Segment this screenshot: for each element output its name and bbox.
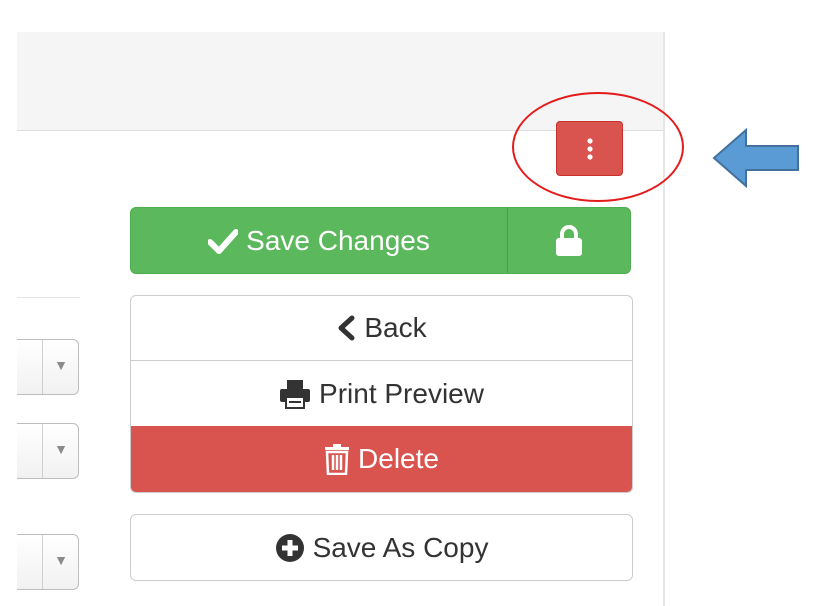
select-separator <box>42 535 43 589</box>
select-field-1[interactable]: ▼ <box>17 339 79 395</box>
delete-button[interactable]: Delete <box>131 426 632 492</box>
plus-circle-icon <box>275 533 305 563</box>
caret-down-icon: ▼ <box>54 441 68 457</box>
caret-down-icon: ▼ <box>54 357 68 373</box>
select-separator <box>42 424 43 478</box>
back-button[interactable]: Back <box>131 296 632 361</box>
save-changes-button[interactable]: Save Changes <box>131 208 508 273</box>
chevron-left-icon <box>336 315 356 341</box>
printer-icon <box>279 379 311 409</box>
save-as-copy-button[interactable]: Save As Copy <box>130 514 633 581</box>
form-divider <box>17 297 80 298</box>
select-separator <box>42 340 43 394</box>
action-button-stack: Back Print Preview Delete <box>130 295 633 493</box>
print-preview-label: Print Preview <box>319 377 484 409</box>
trash-icon <box>324 443 350 475</box>
select-field-2[interactable]: ▼ <box>17 423 79 479</box>
save-as-copy-label: Save As Copy <box>312 531 489 563</box>
caret-down-icon: ▼ <box>54 552 68 568</box>
annotation-arrow-icon <box>712 128 799 188</box>
annotation-circle <box>512 92 684 202</box>
select-field-3[interactable]: ▼ <box>17 534 79 590</box>
lock-button[interactable] <box>508 208 630 273</box>
print-preview-button[interactable]: Print Preview <box>131 361 632 426</box>
save-changes-label: Save Changes <box>246 224 430 256</box>
lock-icon <box>556 224 582 256</box>
delete-label: Delete <box>358 443 439 474</box>
save-button-group: Save Changes <box>130 207 631 274</box>
back-label: Back <box>364 312 427 343</box>
check-icon <box>208 228 239 254</box>
